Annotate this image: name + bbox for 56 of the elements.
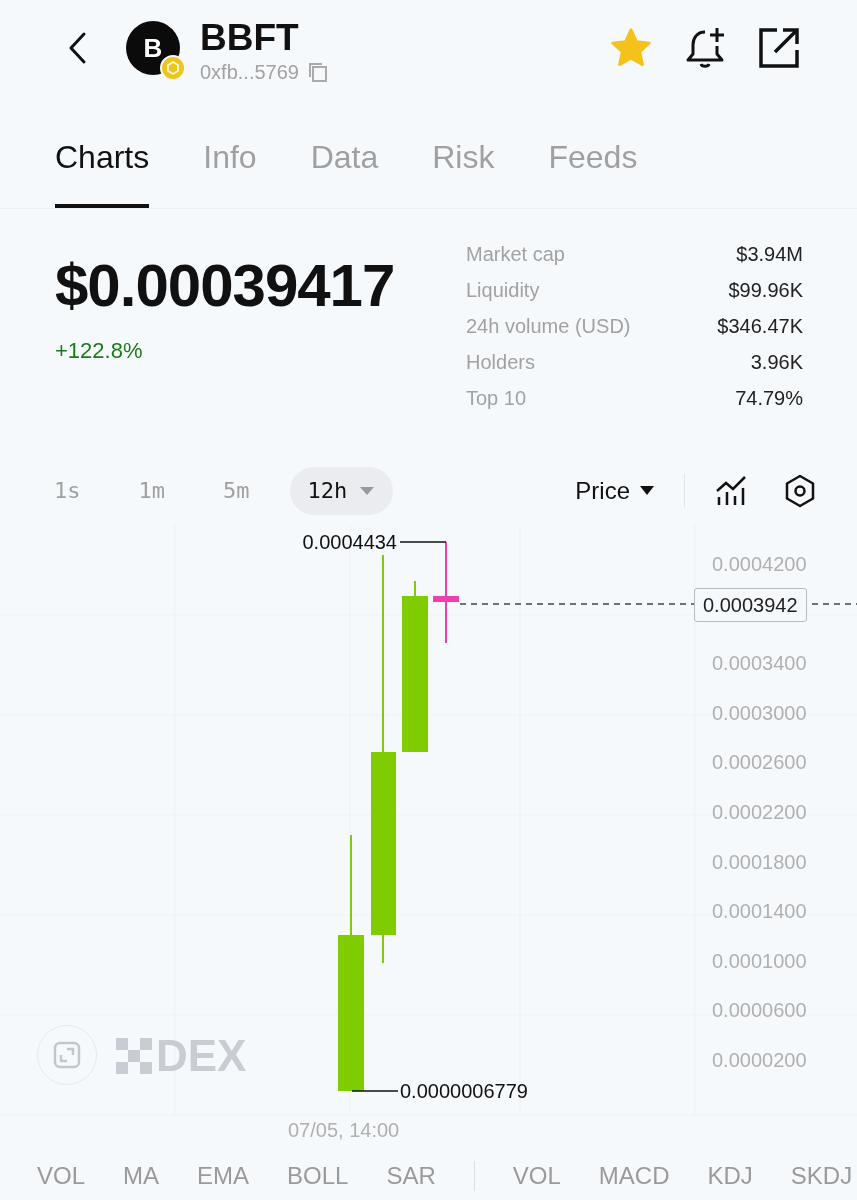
token-price: $0.00039417: [55, 250, 395, 320]
indicator-tab[interactable]: SAR: [386, 1161, 436, 1190]
indicator-tab[interactable]: MA: [123, 1161, 160, 1190]
tab[interactable]: Data: [310, 138, 379, 208]
axis-label: 0.0000600: [712, 998, 807, 1023]
indicator-tab[interactable]: VOL: [512, 1161, 561, 1190]
stat-value: 3.96K: [750, 351, 803, 375]
stat-label: Holders: [466, 351, 535, 375]
stat-value: 74.79%: [735, 387, 803, 411]
caret-icon: [359, 485, 376, 496]
tab[interactable]: Info: [203, 138, 257, 208]
axis-label: 0.0002200: [712, 800, 807, 824]
axis-label: 0.0001800: [712, 849, 807, 874]
price-change: +122.8%: [55, 337, 144, 364]
tab[interactable]: Feeds: [548, 138, 638, 208]
indicator-tab[interactable]: KDJ: [707, 1161, 753, 1190]
leader-line: [351, 1090, 399, 1092]
axis-label: 0.0001000: [712, 948, 807, 973]
logo-icon: [116, 1038, 152, 1074]
leader-line: [399, 541, 447, 543]
axis-label: 0.0001400: [712, 899, 807, 924]
token-symbol: BBFT: [200, 18, 300, 57]
stat-label: 24h volume (USD): [466, 315, 631, 339]
indicator-tab[interactable]: BOLL: [287, 1161, 349, 1190]
stat-label: Top 10: [466, 387, 527, 411]
low-price-label: 0.0000006779: [400, 1079, 528, 1103]
axis-label: 0.0003000: [712, 700, 807, 725]
external-link-icon[interactable]: [757, 26, 801, 71]
token-address: 0xfb...5769: [200, 60, 299, 84]
indicator-tab[interactable]: VOL: [37, 1161, 86, 1190]
axis-label: 0.0002600: [712, 750, 807, 775]
stat-label: Market cap: [466, 243, 565, 267]
interval-tab[interactable]: 12h: [289, 466, 394, 515]
tab[interactable]: Charts: [55, 138, 150, 208]
caret-icon: [640, 486, 654, 496]
interval-tab[interactable]: 5m: [205, 466, 268, 515]
interval-tab[interactable]: 1s: [36, 466, 99, 515]
indicator-tab[interactable]: MACD: [598, 1161, 670, 1190]
tab[interactable]: Risk: [432, 138, 495, 208]
price-mode-dropdown[interactable]: Price: [575, 476, 654, 505]
stat-label: Liquidity: [466, 279, 540, 303]
indicator-tab[interactable]: EMA: [197, 1161, 250, 1190]
interval-tab[interactable]: 1m: [120, 466, 183, 515]
stat-value: $346.47K: [717, 315, 803, 339]
axis-label: 0.0000200: [712, 1048, 807, 1072]
time-label: 07/05, 14:00: [288, 1118, 400, 1142]
settings-icon[interactable]: [783, 473, 817, 508]
expand-icon: [53, 1041, 81, 1069]
stat-value: $99.96K: [728, 279, 803, 303]
current-price-tag: 0.0003942: [694, 588, 807, 622]
stat-value: $3.94M: [736, 243, 803, 267]
axis-label: 0.0004200: [712, 552, 807, 576]
indicator-tab[interactable]: SKDJ: [790, 1161, 853, 1190]
high-price-label: 0.0004434: [302, 530, 397, 554]
axis-label: 0.0003400: [712, 651, 807, 676]
indicator-chart-icon[interactable]: [715, 474, 749, 507]
